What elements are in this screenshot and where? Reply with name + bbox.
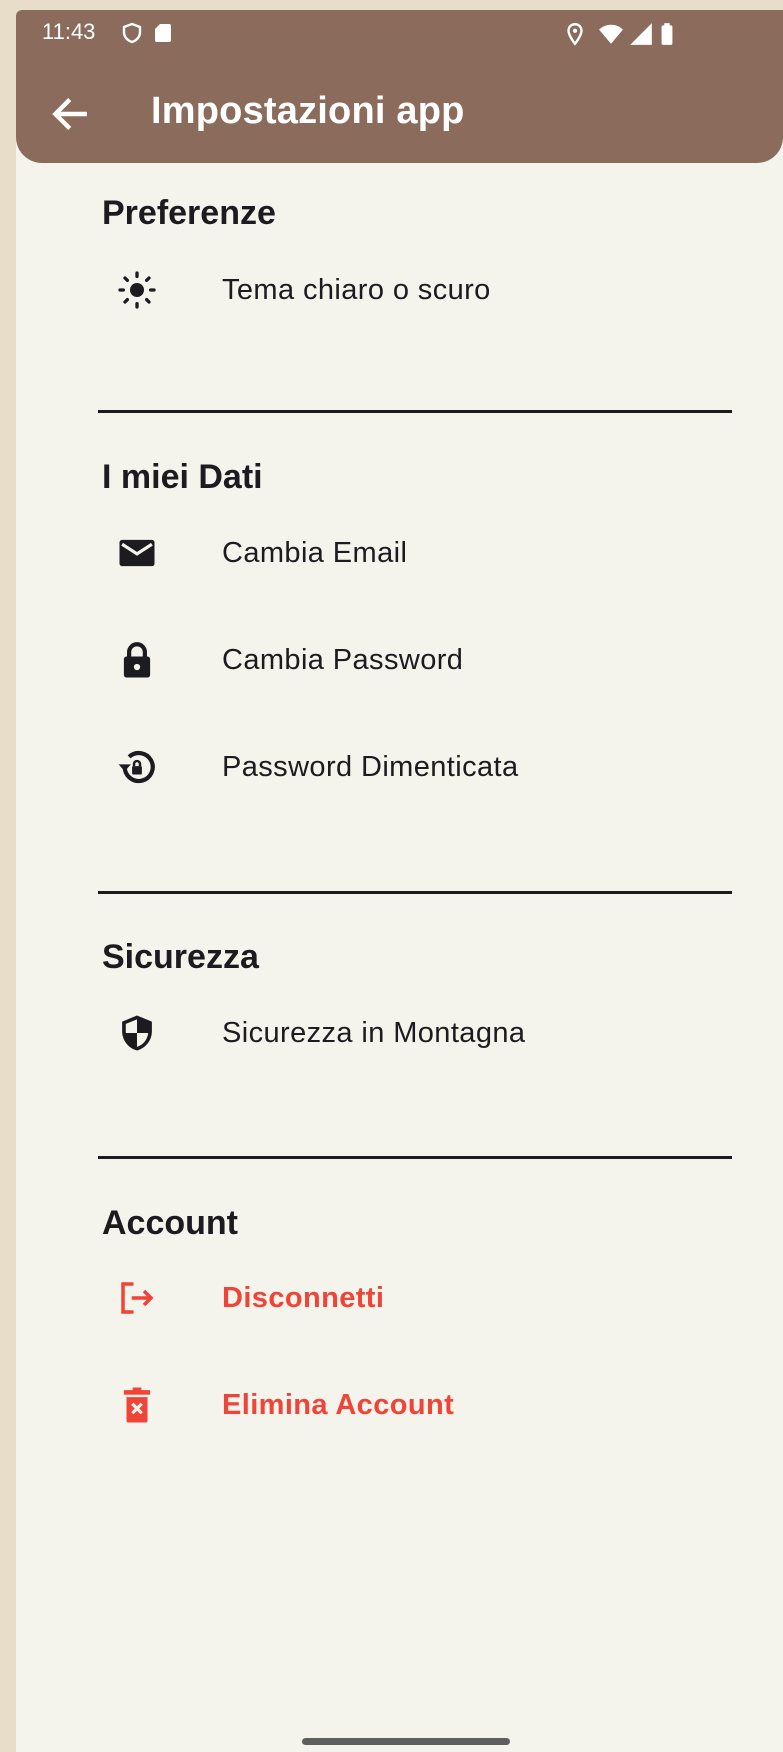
item-label: Sicurezza in Montagna: [222, 1017, 526, 1049]
section-divider: [98, 1156, 732, 1159]
signal-icon: [630, 23, 652, 45]
page-title: Impostazioni app: [151, 90, 465, 132]
lock-icon: [116, 639, 158, 681]
item-label: Cambia Email: [222, 537, 408, 569]
item-change-email[interactable]: Cambia Email: [102, 513, 722, 593]
delete-account-button[interactable]: Elimina Account: [102, 1365, 722, 1445]
location-icon: [567, 23, 583, 46]
home-indicator[interactable]: [302, 1738, 510, 1745]
item-label: Elimina Account: [222, 1389, 455, 1421]
section-title-account: Account: [102, 1204, 238, 1242]
app-bar: 11:43 Impostazioni app: [16, 10, 783, 163]
section-divider: [98, 891, 732, 894]
battery-icon: [661, 23, 673, 45]
delete-icon: [116, 1384, 158, 1426]
wifi-icon: [599, 24, 623, 44]
sd-card-icon: [155, 24, 171, 42]
item-label: Cambia Password: [222, 644, 464, 676]
security-shield-icon: [116, 1012, 158, 1054]
email-icon: [116, 532, 158, 574]
logout-button[interactable]: Disconnetti: [102, 1258, 722, 1338]
app-screen: 11:43 Impostazioni app Preferenze Tema c…: [16, 10, 783, 1752]
arrow-back-icon: [52, 98, 87, 130]
item-label: Password Dimenticata: [222, 751, 519, 783]
back-button[interactable]: [42, 86, 98, 142]
item-theme-toggle[interactable]: Tema chiaro o scuro: [102, 250, 722, 330]
status-time: 11:43: [42, 19, 96, 44]
item-label: Disconnetti: [222, 1282, 385, 1314]
item-forgot-password[interactable]: Password Dimenticata: [102, 727, 722, 807]
item-change-password[interactable]: Cambia Password: [102, 620, 722, 700]
logout-icon: [116, 1277, 158, 1319]
status-bar: 11:43: [16, 10, 783, 58]
section-divider: [98, 410, 732, 413]
item-label: Tema chiaro o scuro: [222, 274, 491, 306]
section-title-my-data: I miei Dati: [102, 458, 263, 496]
section-title-preferenze: Preferenze: [102, 194, 276, 232]
item-mountain-safety[interactable]: Sicurezza in Montagna: [102, 993, 722, 1073]
shield-icon: [122, 22, 142, 44]
sun-icon: [116, 269, 158, 311]
section-title-security: Sicurezza: [102, 938, 259, 976]
lock-reset-icon: [116, 746, 158, 788]
